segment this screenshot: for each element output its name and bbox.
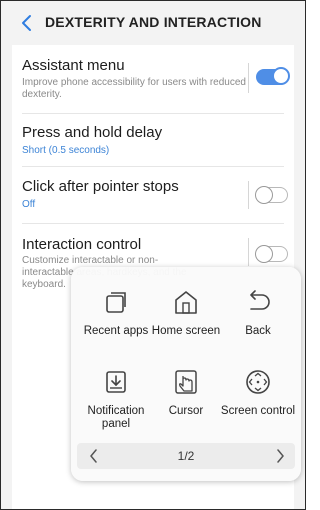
notification-panel-icon [106, 371, 126, 393]
setting-title: Press and hold delay [22, 124, 163, 141]
setting-press-and-hold-delay[interactable]: Press and hold delay Short (0.5 seconds) [12, 114, 294, 166]
setting-title: Assistant menu [22, 57, 125, 74]
setting-value: Short (0.5 seconds) [22, 145, 110, 156]
menu-item-label: Cursor [168, 405, 204, 417]
divider-vertical [248, 181, 249, 209]
cursor-hand-icon [175, 370, 197, 394]
header-bar: DEXTERITY AND INTERACTION [1, 1, 305, 45]
setting-click-after-pointer-stops[interactable]: Click after pointer stops Off [12, 167, 294, 223]
menu-item-back[interactable]: Back [220, 287, 296, 338]
divider-vertical [248, 63, 249, 93]
home-icon [175, 291, 197, 314]
menu-item-notification-panel[interactable]: Notification panel [78, 367, 154, 431]
chevron-left-icon[interactable] [20, 14, 34, 32]
menu-item-recent-apps[interactable]: Recent apps [78, 287, 154, 338]
chevron-right-icon[interactable] [275, 449, 285, 463]
screen-control-icon [246, 370, 270, 394]
page-indicator: 1/2 [177, 449, 195, 463]
setting-title: Click after pointer stops [22, 178, 179, 195]
menu-item-label: Notification panel [87, 405, 145, 430]
menu-item-cursor[interactable]: Cursor [148, 367, 224, 418]
setting-value: Off [22, 199, 36, 210]
screen: DEXTERITY AND INTERACTION Assistant menu… [0, 0, 306, 510]
setting-subtitle: Improve phone accessibility for users wi… [22, 77, 246, 100]
menu-pager: 1/2 [71, 443, 301, 469]
back-arrow-icon [250, 290, 270, 310]
menu-item-label: Recent apps [83, 325, 149, 337]
assistant-menu-panel: Recent apps Home screen Back Notificatio… [71, 267, 301, 481]
menu-item-home-screen[interactable]: Home screen [148, 287, 224, 338]
recent-apps-icon [106, 292, 126, 313]
page-title: DEXTERITY AND INTERACTION [45, 14, 262, 30]
setting-assistant-menu[interactable]: Assistant menu Improve phone accessibili… [12, 45, 294, 113]
menu-item-label: Home screen [151, 325, 221, 337]
menu-item-label: Screen control [220, 405, 296, 417]
divider-vertical [248, 238, 249, 266]
setting-title: Interaction control [22, 236, 142, 253]
menu-item-screen-control[interactable]: Screen control [220, 367, 296, 418]
menu-item-label: Back [245, 325, 271, 337]
